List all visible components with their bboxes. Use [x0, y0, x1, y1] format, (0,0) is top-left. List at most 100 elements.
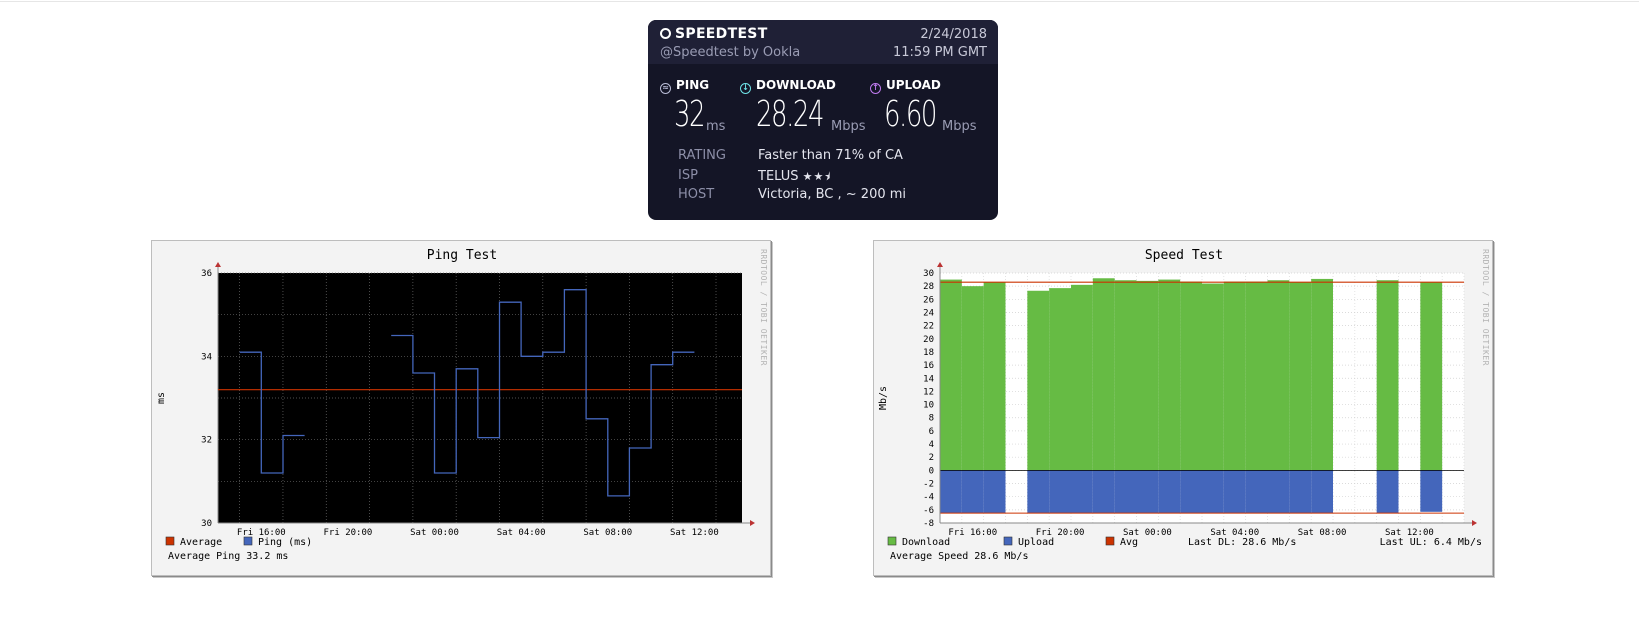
download-bar: [1376, 280, 1399, 471]
download-label: ↓ DOWNLOAD: [740, 78, 836, 94]
rrdtool-watermark: RRDTOOL / TOBI OETIKER: [1481, 249, 1490, 366]
upload-bar: [1136, 470, 1159, 514]
legend-swatch: [243, 536, 253, 546]
y-tick-label: 0: [929, 466, 934, 476]
legend-swatch: [887, 536, 897, 546]
ping-value: 32: [674, 94, 706, 135]
rrdtool-watermark: RRDTOOL / TOBI OETIKER: [759, 249, 768, 366]
download-bar: [1158, 279, 1181, 471]
ping-unit: ms: [706, 119, 726, 134]
x-tick-label: Fri 16:00: [948, 528, 997, 538]
y-tick-label: 36: [201, 269, 212, 279]
x-tick-label: Sat 00:00: [410, 528, 459, 538]
y-axis-label: ms: [156, 392, 167, 404]
y-tick-label: 12: [923, 387, 934, 397]
upload-bar: [1180, 470, 1202, 514]
upload-bar: [1420, 470, 1443, 512]
rating-label: RATING: [678, 148, 726, 163]
download-bar: [1071, 284, 1093, 471]
average-speed-summary: Average Speed 28.6 Mb/s: [890, 551, 1028, 562]
speedtest-result-card: SPEEDTEST @Speedtest by Ookla 2/24/2018 …: [648, 20, 998, 220]
y-tick-label: 28: [923, 282, 934, 292]
download-bar: [1202, 283, 1224, 471]
chart-title: Speed Test: [1145, 248, 1223, 263]
upload-bar: [1289, 470, 1312, 514]
upload-bar: [1049, 470, 1071, 514]
upload-arrow-icon: ↑: [870, 83, 881, 94]
isp-value: TELUS: [758, 169, 799, 184]
download-bar: [1267, 280, 1290, 471]
upload-label: ↑ UPLOAD: [870, 78, 941, 94]
isp-value-row: TELUS ★★⯨: [758, 168, 831, 187]
y-tick-label: 6: [929, 427, 934, 437]
y-tick-label: 34: [201, 352, 212, 362]
download-bar: [1245, 281, 1268, 471]
upload-unit: Mbps: [942, 119, 977, 134]
y-tick-label: -4: [923, 493, 934, 503]
download-bar: [940, 279, 962, 471]
test-time: 11:59 PM GMT: [892, 45, 987, 60]
legend-swatch: [1105, 536, 1115, 546]
y-tick-label: 8: [929, 414, 934, 424]
upload-bar: [1027, 470, 1050, 514]
y-tick-label: 14: [923, 374, 934, 384]
upload-bar: [1071, 470, 1093, 514]
download-bar: [1114, 280, 1137, 471]
download-arrow-icon: ↓: [740, 83, 751, 94]
y-tick-label: -6: [923, 506, 934, 516]
rating-value: Faster than 71% of CA: [758, 148, 903, 163]
host-label: HOST: [678, 187, 715, 202]
y-axis-arrow: [215, 262, 221, 267]
upload-bar: [1158, 470, 1181, 514]
y-tick-label: 32: [201, 436, 212, 446]
legend-label: Ping (ms): [258, 537, 312, 548]
download-bar: [1049, 288, 1071, 471]
upload-value: 6.60: [884, 94, 937, 135]
ping-test-panel: Ping Test ms RRDTOOL / TOBI OETIKER 30 32 34 3…: [151, 240, 771, 576]
upload-bar: [940, 470, 962, 514]
y-tick-label: 2: [929, 453, 934, 463]
y-axis-label: Mb/s: [878, 386, 889, 410]
isp-label: ISP: [678, 168, 698, 183]
download-unit: Mbps: [831, 119, 866, 134]
download-bar: [1180, 281, 1202, 471]
download-value: 28.24: [756, 94, 824, 135]
isp-rating-stars: ★★⯨: [802, 170, 832, 183]
y-tick-label: 18: [923, 348, 934, 358]
upload-bar: [1114, 470, 1137, 514]
upload-bar: [1311, 470, 1333, 514]
brand-name: SPEEDTEST: [675, 26, 768, 42]
y-tick-label: 10: [923, 401, 934, 411]
y-tick-label: 24: [923, 308, 934, 318]
y-tick-label: -8: [923, 519, 934, 529]
download-bar: [1223, 281, 1246, 471]
y-tick-label: 20: [923, 335, 934, 345]
y-tick-label: 16: [923, 361, 934, 371]
y-tick-label: 30: [201, 519, 212, 529]
chart-title: Ping Test: [427, 248, 497, 263]
y-tick-label: -2: [923, 480, 934, 490]
y-tick-label: 22: [923, 322, 934, 332]
ping-label-text: PING: [676, 78, 710, 92]
card-header: SPEEDTEST @Speedtest by Ookla 2/24/2018 …: [648, 20, 998, 64]
download-label-text: DOWNLOAD: [756, 78, 836, 92]
legend-label: Upload: [1018, 537, 1054, 548]
upload-bar: [1202, 470, 1224, 514]
upload-bar: [1245, 470, 1268, 514]
average-ping-summary: Average Ping 33.2 ms: [168, 551, 288, 562]
upload-bar: [1376, 470, 1399, 514]
download-bar: [983, 282, 1006, 471]
x-tick-label: Fri 20:00: [324, 528, 373, 538]
ping-label: ≈ PING: [660, 78, 709, 94]
last-upload-readout: Last UL: 6.4 Mb/s: [1380, 537, 1482, 548]
download-bar: [1092, 278, 1115, 471]
byline: @Speedtest by Ookla: [660, 45, 801, 60]
test-date: 2/24/2018: [920, 27, 987, 42]
x-axis-arrow: [1472, 520, 1477, 526]
host-value: Victoria, BC , ~ 200 mi: [758, 187, 907, 202]
x-axis-arrow: [750, 520, 755, 526]
upload-label-text: UPLOAD: [886, 78, 941, 92]
y-tick-label: 30: [923, 269, 934, 279]
y-tick-label: 4: [929, 440, 934, 450]
x-tick-label: Sat 12:00: [670, 528, 719, 538]
